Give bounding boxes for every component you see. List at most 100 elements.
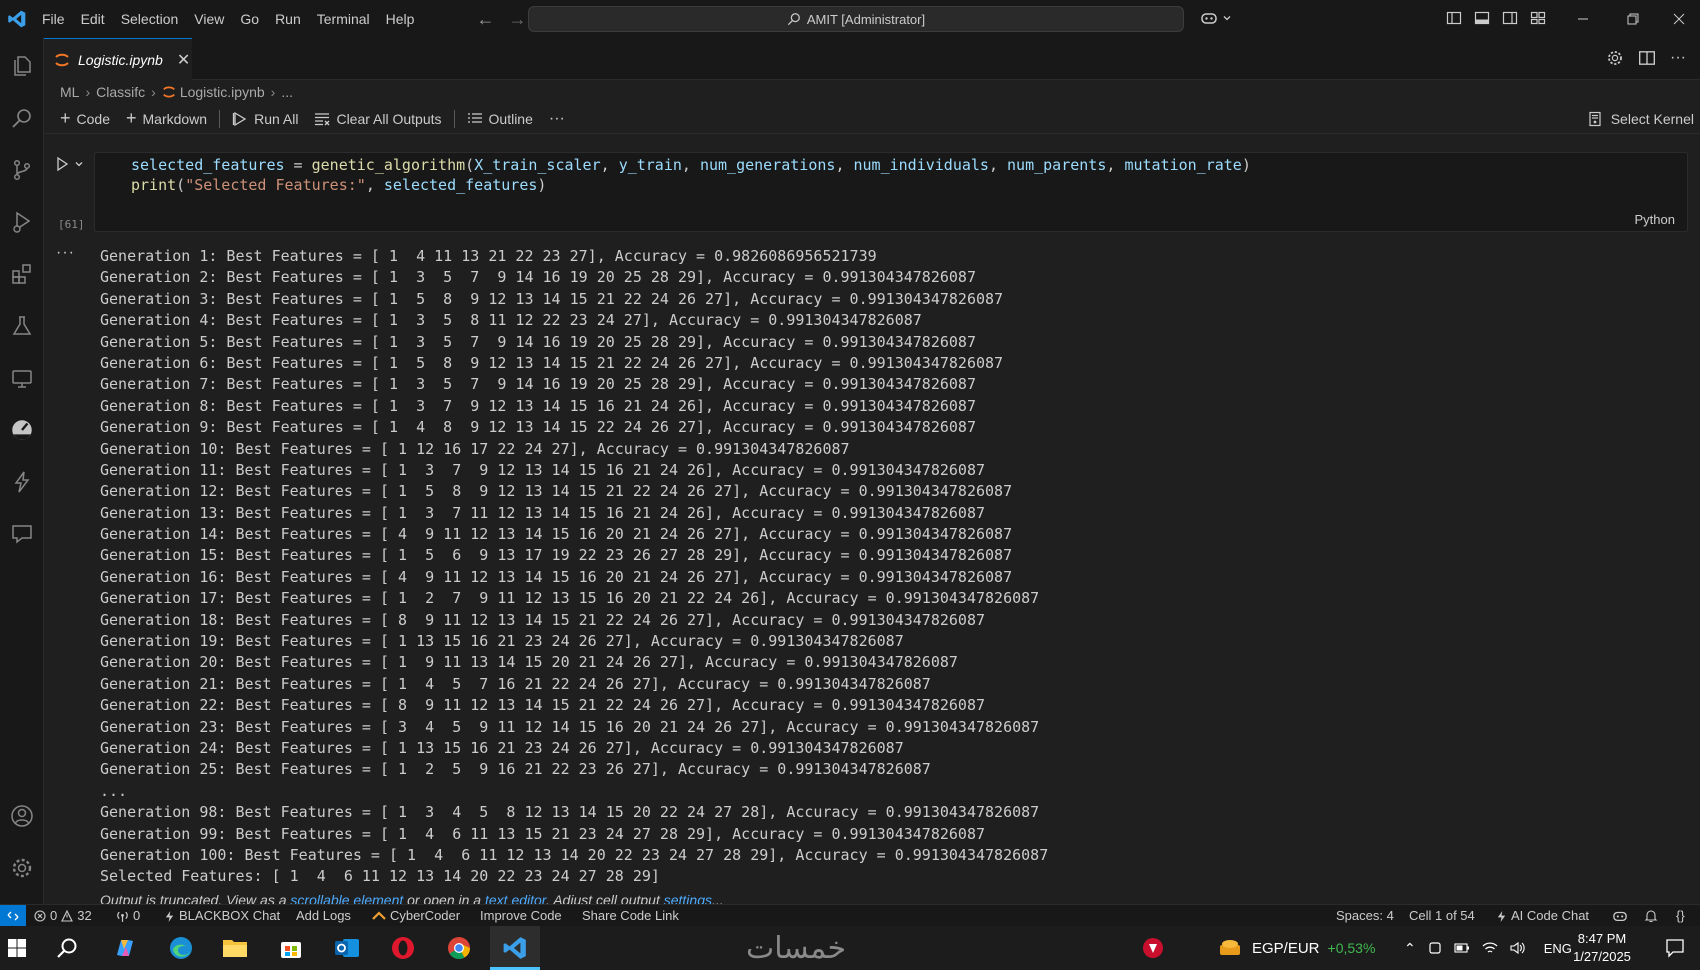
toggle-panel-icon[interactable] [1474,10,1490,26]
blackbox-chat-button[interactable]: BLACKBOX Chat [164,905,280,927]
chevron-up-icon[interactable]: ⌃ [1404,940,1416,957]
output-actions-icon[interactable]: ··· [56,244,75,262]
scrollable-element-link[interactable]: scrollable element [290,892,403,904]
toggle-primary-sidebar-icon[interactable] [1446,10,1462,26]
problems-indicator[interactable]: 0 32 [34,905,92,927]
clock-time: 8:47 PM [1577,931,1627,946]
menu-file[interactable]: File [34,0,73,38]
improve-code-button[interactable]: Improve Code [480,905,562,927]
extensions-button[interactable] [0,252,44,296]
lightning-extension-button[interactable] [0,460,44,504]
opera-browser-button[interactable] [386,931,420,965]
close-window-button[interactable] [1656,0,1700,38]
code-token: "Selected Features:" [185,176,366,194]
add-logs-button[interactable]: Add Logs [296,905,351,927]
remote-explorer-button[interactable] [0,356,44,400]
select-kernel-button[interactable]: Select Kernel [1587,104,1694,134]
wifi-icon[interactable] [1482,941,1498,955]
toggle-secondary-sidebar-icon[interactable] [1502,10,1518,26]
copilot-app-button[interactable] [108,931,142,965]
menu-selection[interactable]: Selection [113,0,187,38]
vscode-taskbar-button[interactable] [498,931,532,965]
taskbar-search-button[interactable] [50,931,84,965]
run-all-button[interactable]: Run All [224,104,306,134]
execute-cell-button[interactable] [54,156,84,172]
antivirus-tray-button[interactable] [1136,931,1170,965]
outline-icon [467,112,482,123]
add-markdown-cell-button[interactable]: + Markdown [118,104,215,134]
more-toolbar-actions-button[interactable]: ··· [541,104,573,134]
manage-button[interactable] [0,846,44,890]
notification-center-button[interactable] [1658,931,1692,965]
ports-indicator[interactable]: 0 [116,905,140,927]
copilot-status-button[interactable] [1612,905,1628,927]
menu-run[interactable]: Run [267,0,309,38]
restore-button[interactable] [1610,0,1656,38]
braces-status-button[interactable]: {} [1676,905,1685,927]
back-arrow-icon[interactable]: ← [476,9,494,30]
chat-button[interactable] [0,512,44,556]
breadcrumb-file[interactable]: Logistic.ipynb [180,84,265,100]
cell-position-indicator[interactable]: Cell 1 of 54 [1409,905,1475,927]
outline-button[interactable]: Outline [459,104,541,134]
menu-go[interactable]: Go [232,0,267,38]
breadcrumb-ml[interactable]: ML [60,84,79,100]
source-control-button[interactable] [0,148,44,192]
explorer-button[interactable] [0,44,44,88]
chevron-down-icon[interactable] [74,159,84,169]
output-line: Generation 15: Best Features = [ 1 5 6 9… [100,546,1013,565]
breadcrumb-symbol[interactable]: ... [281,84,293,100]
gear-icon [12,858,32,878]
text-editor-link[interactable]: text editor [485,892,546,904]
cell-language-label[interactable]: Python [1635,212,1675,227]
breadcrumb-classifc[interactable]: Classifc [96,84,145,100]
battery-icon[interactable] [1454,942,1470,954]
menu-view[interactable]: View [186,0,232,38]
command-center-search[interactable]: AMIT [Administrator] [528,6,1184,32]
file-explorer-button[interactable] [218,931,252,965]
output-line: Generation 3: Best Features = [ 1 5 8 9 … [100,289,1004,308]
add-code-cell-button[interactable]: + Code [52,104,118,134]
run-all-icon [232,111,247,126]
indentation-button[interactable]: Spaces: 4 [1336,905,1394,927]
output-line: Generation 16: Best Features = [ 4 9 11 … [100,567,1013,586]
notifications-button[interactable] [1644,905,1658,927]
customize-layout-icon[interactable] [1530,10,1546,26]
start-button[interactable] [0,931,34,965]
settings-gear-icon[interactable] [1606,49,1624,67]
split-editor-icon[interactable] [1638,49,1656,67]
code-token: num_individuals [853,156,989,174]
store-button[interactable] [274,931,308,965]
outlook-button[interactable] [330,931,364,965]
copilot-menu[interactable] [1200,10,1232,26]
search-view-button[interactable] [0,96,44,140]
cell-editor[interactable]: selected_features = genetic_algorithm(X_… [94,152,1688,232]
more-actions-icon[interactable]: ··· [1670,49,1686,67]
share-code-link-button[interactable]: Share Code Link [582,905,679,927]
copilot-app-icon [117,940,133,956]
currency-widget[interactable]: EGP/EUR +0,53% [1218,926,1375,970]
volume-icon[interactable] [1510,941,1526,955]
edge-browser-button[interactable] [164,931,198,965]
testing-button[interactable] [0,304,44,348]
meet-now-icon[interactable] [1428,941,1442,955]
output-settings-link[interactable]: settings [664,892,712,904]
tab-logistic-ipynb[interactable]: Logistic.ipynb ✕ [44,38,192,80]
accounts-button[interactable] [0,794,44,838]
cybercoder-button[interactable]: CyberCoder [372,905,460,927]
run-debug-button[interactable] [0,200,44,244]
forward-arrow-icon[interactable]: → [508,9,526,30]
menu-help[interactable]: Help [378,0,423,38]
extension-view-button[interactable] [0,408,44,452]
outline-label: Outline [488,110,533,127]
minimize-button[interactable] [1560,0,1606,38]
menu-terminal[interactable]: Terminal [309,0,378,38]
clock[interactable]: 8:47 PM 1/27/2025 [1562,930,1642,966]
menu-edit[interactable]: Edit [73,0,113,38]
clear-all-outputs-button[interactable]: Clear All Outputs [306,104,449,134]
ai-code-chat-button[interactable]: AI Code Chat [1496,905,1589,927]
code-token: num_generations [699,156,836,174]
tab-close-icon[interactable]: ✕ [177,50,190,70]
chrome-browser-button[interactable] [442,931,476,965]
remote-indicator-button[interactable] [0,905,26,927]
